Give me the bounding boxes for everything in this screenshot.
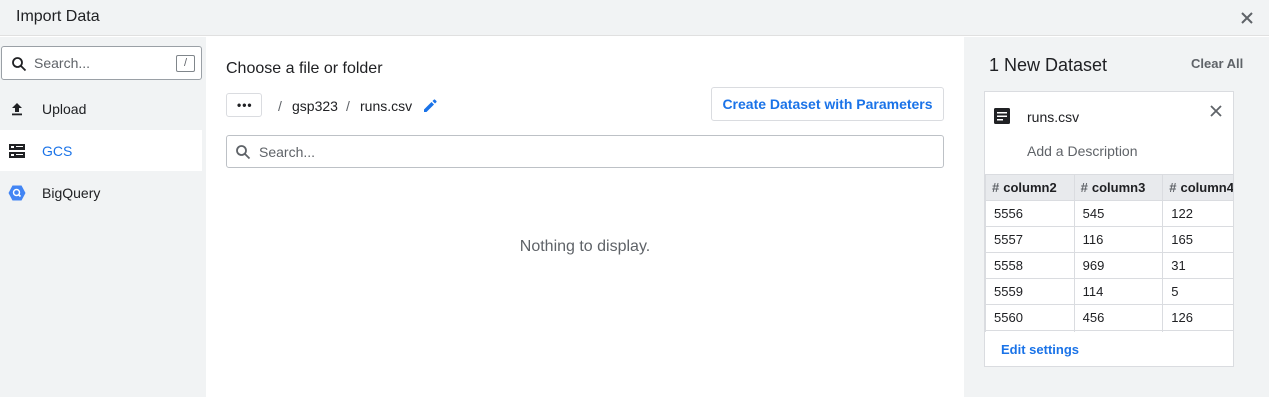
table-cell (985, 330, 1075, 332)
table-cell: 545 (1073, 200, 1164, 227)
edit-settings-link[interactable]: Edit settings (1001, 342, 1079, 357)
more-path-button[interactable]: ••• (226, 93, 262, 117)
empty-state-message: Nothing to display. (519, 238, 651, 255)
column-header[interactable]: # column2 (985, 174, 1075, 201)
upload-icon (12, 103, 22, 116)
file-browser: Choose a file or folder ••• / gsp323 / r… (206, 37, 964, 397)
table-cell (1162, 330, 1233, 332)
table-cell: 116 (1073, 226, 1164, 253)
column-header-label: column2 (1003, 180, 1057, 195)
table-cell: 5560 (985, 304, 1075, 331)
table-cell: 122 (1162, 200, 1233, 227)
column-header[interactable]: # column3 (1073, 174, 1164, 201)
search-icon (236, 145, 251, 160)
storage-icon (9, 144, 25, 158)
dialog-titlebar: Import Data (0, 0, 1269, 36)
create-dataset-button[interactable]: Create Dataset with Parameters (711, 87, 944, 121)
table-row: 5559 114 5 (985, 278, 1233, 305)
sidebar-item-label: Upload (42, 101, 87, 117)
dataset-card: runs.csv Add a Description # column2 # col… (984, 91, 1234, 367)
clear-all-button[interactable]: Clear All (1191, 56, 1243, 71)
table-row: 5558 969 31 (985, 252, 1233, 279)
numeric-type-icon: # (992, 180, 1000, 195)
table-row: 5557 116 165 (985, 226, 1233, 253)
edit-path-icon[interactable] (422, 98, 438, 114)
file-search-input[interactable] (259, 142, 929, 162)
table-cell: 5559 (985, 278, 1075, 305)
source-sidebar: / Upload GCS BigQuery (0, 37, 206, 397)
shortcut-key-hint: / (176, 55, 195, 72)
table-cell: 114 (1073, 278, 1164, 305)
close-icon[interactable] (1238, 9, 1256, 27)
table-cell: 456 (1073, 304, 1164, 331)
table-cell: 5557 (985, 226, 1075, 253)
breadcrumb-separator: / (346, 98, 350, 114)
sidebar-item-gcs[interactable]: GCS (0, 130, 202, 171)
table-cell: 165 (1162, 226, 1233, 253)
new-dataset-panel: 1 New Dataset Clear All runs.csv Add a D… (964, 37, 1269, 397)
table-row (985, 330, 1233, 332)
table-header-row: # column2 # column3 # column4 (985, 174, 1234, 201)
breadcrumb-file[interactable]: runs.csv (360, 98, 412, 114)
table-cell: 31 (1162, 252, 1233, 279)
document-icon (994, 108, 1010, 124)
sidebar-item-label: GCS (42, 143, 73, 159)
breadcrumb-separator: / (278, 98, 282, 114)
table-cell: 5 (1162, 278, 1233, 305)
sidebar-item-bigquery[interactable]: BigQuery (0, 172, 202, 213)
bigquery-icon (8, 185, 26, 201)
remove-dataset-icon[interactable] (1207, 102, 1225, 120)
column-header[interactable]: # column4 (1162, 174, 1234, 201)
column-header-label: column4 (1180, 180, 1234, 195)
sidebar-search-input[interactable] (34, 53, 169, 73)
numeric-type-icon: # (1169, 180, 1177, 195)
page-title: Choose a file or folder (226, 60, 383, 77)
table-cell: 126 (1162, 304, 1233, 331)
table-row: 5560 456 126 (985, 304, 1233, 331)
breadcrumb-bucket[interactable]: gsp323 (292, 98, 338, 114)
table-cell: 969 (1073, 252, 1164, 279)
table-cell (1073, 330, 1164, 332)
column-header-label: column3 (1091, 180, 1146, 195)
dialog-title: Import Data (16, 8, 100, 25)
sidebar-item-upload[interactable]: Upload (0, 88, 202, 129)
table-row: 5556 545 122 (985, 200, 1233, 227)
numeric-type-icon: # (1080, 180, 1088, 195)
panel-title: 1 New Dataset (989, 55, 1108, 75)
dataset-file-name: runs.csv (1027, 109, 1080, 125)
more-path-label: ••• (237, 98, 253, 112)
table-cell: 5556 (985, 200, 1075, 227)
table-cell: 5558 (985, 252, 1075, 279)
sidebar-search[interactable]: / (1, 46, 202, 80)
description-field[interactable]: Add a Description (1027, 143, 1138, 159)
sidebar-item-label: BigQuery (42, 185, 101, 201)
file-search[interactable] (226, 135, 944, 168)
preview-table: # column2 # column3 # column4 5556 545 122 … (985, 174, 1234, 332)
preview-table-viewport[interactable]: # column2 # column3 # column4 5556 545 122 … (985, 174, 1234, 332)
search-icon (12, 57, 27, 72)
